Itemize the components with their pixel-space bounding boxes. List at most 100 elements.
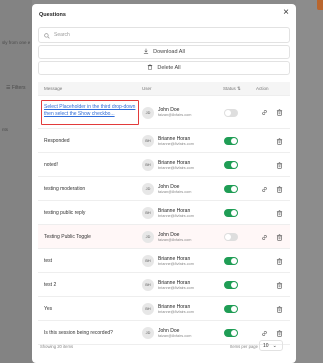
table-row: noted! BH Brianne Horan brianne@8vfairs.com [38,153,290,177]
avatar: BH [142,255,154,267]
question-message: test [44,258,53,264]
delete-all-label: Delete All [157,65,181,71]
avatar: JD [142,327,154,339]
link-icon[interactable] [261,234,268,241]
table-row: Testing Public Toggle JD John Doe faizan@8v… [38,225,290,249]
status-toggle[interactable] [224,233,238,241]
download-icon [143,48,149,56]
avatar: BH [142,207,154,219]
status-toggle[interactable] [224,161,238,169]
download-all-label: Download All [153,49,185,55]
user-email: brianne@8vfairs.com [158,213,194,218]
close-icon[interactable]: × [281,7,291,19]
toggle-knob [231,162,237,168]
table-row: test 2 BH Brianne Horan brianne@8vfairs.com [38,273,290,297]
status-toggle[interactable] [224,185,238,193]
status-toggle[interactable] [224,281,238,289]
trash-icon[interactable] [276,161,283,169]
avatar: BH [142,159,154,171]
question-message: noted! [44,162,58,168]
avatar: BH [142,303,154,315]
table-row: Responded BH Brianne Horan brianne@8vfairs.… [38,129,290,153]
background-accent-button [317,0,323,10]
user-email: brianne@8vfairs.com [158,285,194,290]
modal-title: Questions [39,12,66,18]
background-text: sly from one e [2,40,31,45]
trash-icon[interactable] [276,233,283,241]
toggle-knob [231,186,237,192]
search-field[interactable] [38,27,290,43]
download-all-button[interactable]: Download All [38,45,290,59]
status-toggle[interactable] [224,305,238,313]
items-per-page-value: 10 [263,342,269,349]
user-email: brianne@8vfairs.com [158,261,194,266]
header-user: User [142,86,152,91]
items-count: Showing 20 items [40,344,74,349]
user-email: brianne@8vfairs.com [158,165,194,170]
toggle-knob [225,109,231,116]
table-row: Select Placeholder in the third drop-dow… [38,96,290,129]
trash-icon[interactable] [276,281,283,289]
user-email: faizan@8vfairs.com [158,237,192,242]
toggle-knob [231,258,237,264]
background-filters: ☰ Filters [6,85,26,91]
question-message: test 2 [44,282,57,288]
header-message: Message [44,86,63,91]
table-row: Yes BH Brianne Horan brianne@8vfairs.com [38,297,290,321]
status-toggle[interactable] [224,257,238,265]
background-right-panel [296,0,323,363]
table-header: Message User Status ⇅ Action [38,82,290,96]
trash-icon[interactable] [276,209,283,217]
question-message: testing public reply [44,210,86,216]
user-email: brianne@8vfairs.com [158,141,194,146]
status-toggle[interactable] [224,329,238,337]
link-icon[interactable] [261,330,268,337]
user-email: faizan@8vfairs.com [158,113,192,117]
background-sub-text: nts [2,127,9,132]
table-footer: Showing 20 items Items per page 10 ⌄ [38,340,290,354]
avatar: JD [142,183,154,195]
search-input[interactable] [54,32,254,38]
trash-icon[interactable] [276,257,283,265]
header-action: Action [256,86,269,91]
question-message: Testing Public Toggle [44,234,91,240]
search-icon [44,26,50,44]
trash-icon[interactable] [276,305,283,313]
question-message[interactable]: Select Placeholder in the third drop-dow… [44,104,136,117]
items-per-page-label: Items per page [230,344,258,349]
question-message: Yes [44,306,53,312]
avatar: JD [142,231,154,243]
status-toggle[interactable] [224,137,238,145]
question-message: testing moderation [44,186,86,192]
user-email: brianne@8vfairs.com [158,309,194,314]
table-row: testing public reply BH Brianne Horan brian… [38,201,290,225]
trash-icon[interactable] [276,109,283,116]
toggle-knob [231,330,237,336]
avatar: JD [142,106,154,119]
avatar: BH [142,279,154,291]
trash-icon [147,64,153,72]
trash-icon[interactable] [276,185,283,193]
toggle-knob [231,138,237,144]
link-icon[interactable] [261,109,268,116]
toggle-knob [231,282,237,288]
avatar: BH [142,135,154,147]
user-email: faizan@8vfairs.com [158,189,192,194]
toggle-knob [231,306,237,312]
toggle-knob [225,234,231,240]
questions-modal: Questions × Download All Delete All Mess… [32,4,296,363]
header-status[interactable]: Status ⇅ [223,86,241,92]
trash-icon[interactable] [276,329,283,337]
user-email: faizan@8vfairs.com [158,333,192,338]
toggle-knob [231,210,237,216]
background-left-panel [0,0,32,363]
link-icon[interactable] [261,186,268,193]
delete-all-button[interactable]: Delete All [38,61,290,75]
status-toggle[interactable] [224,108,238,117]
trash-icon[interactable] [276,137,283,145]
chevron-down-icon: ⌄ [272,342,277,349]
items-per-page-select[interactable]: 10 ⌄ [259,340,283,351]
status-toggle[interactable] [224,209,238,217]
question-message: Is this session being recorded? [44,330,113,336]
questions-table: Message User Status ⇅ Action Select Plac… [38,82,290,345]
